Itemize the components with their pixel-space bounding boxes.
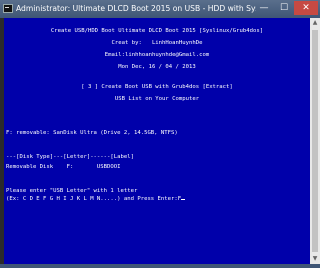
scroll-up-icon[interactable]: ▲ <box>310 18 320 28</box>
window-title: Administrator: Ultimate DLCD Boot 2015 o… <box>16 4 256 13</box>
console-window: Administrator: Ultimate DLCD Boot 2015 o… <box>0 0 320 268</box>
minimize-button[interactable]: — <box>254 1 274 15</box>
drive-info-line: F: removable: SanDisk Ultra (Drive 2, 14… <box>6 130 178 136</box>
window-bottom-border <box>0 264 320 268</box>
command-prompt-icon <box>3 4 13 13</box>
prompt-input-text: (Ex: C D E F G H I J K L M N.....) and P… <box>6 196 182 202</box>
text-cursor <box>181 199 186 200</box>
vertical-scrollbar[interactable]: ▲ ▼ <box>310 18 320 264</box>
scroll-thumb[interactable] <box>312 30 318 252</box>
usb-list-heading: USB List on Your Computer <box>114 96 200 102</box>
maximize-button[interactable]: ☐ <box>274 1 294 15</box>
header-title-line: Create USB/HDD Boot Ultimate DLCD Boot 2… <box>50 28 264 34</box>
title-bar[interactable]: Administrator: Ultimate DLCD Boot 2015 o… <box>0 0 320 18</box>
disk-table-row: Removable Disk F: USBDOOI <box>6 164 121 170</box>
menu-option-line: [ 3 ] Create Boot USB with Grub4dos [Ext… <box>81 84 233 90</box>
prompt-input-line[interactable]: (Ex: C D E F G H I J K L M N.....) and P… <box>6 196 186 203</box>
prompt-line: Please enter "USB Letter" with 1 letter <box>6 188 138 194</box>
console-output[interactable]: Create USB/HDD Boot Ultimate DLCD Boot 2… <box>4 18 310 264</box>
disk-table-header: ---[Disk Type]---[Letter]------[Label] <box>6 154 134 160</box>
header-author-line: Creat by: LinhHoanHuynhDe <box>111 40 203 46</box>
scroll-down-icon[interactable]: ▼ <box>310 254 320 264</box>
header-email-line: Email:linhhoanhuynhde@Gmail.com <box>104 52 210 58</box>
header-date-line: Mon Dec, 16 / 04 / 2013 <box>118 64 196 70</box>
close-button[interactable]: ✕ <box>294 1 318 15</box>
